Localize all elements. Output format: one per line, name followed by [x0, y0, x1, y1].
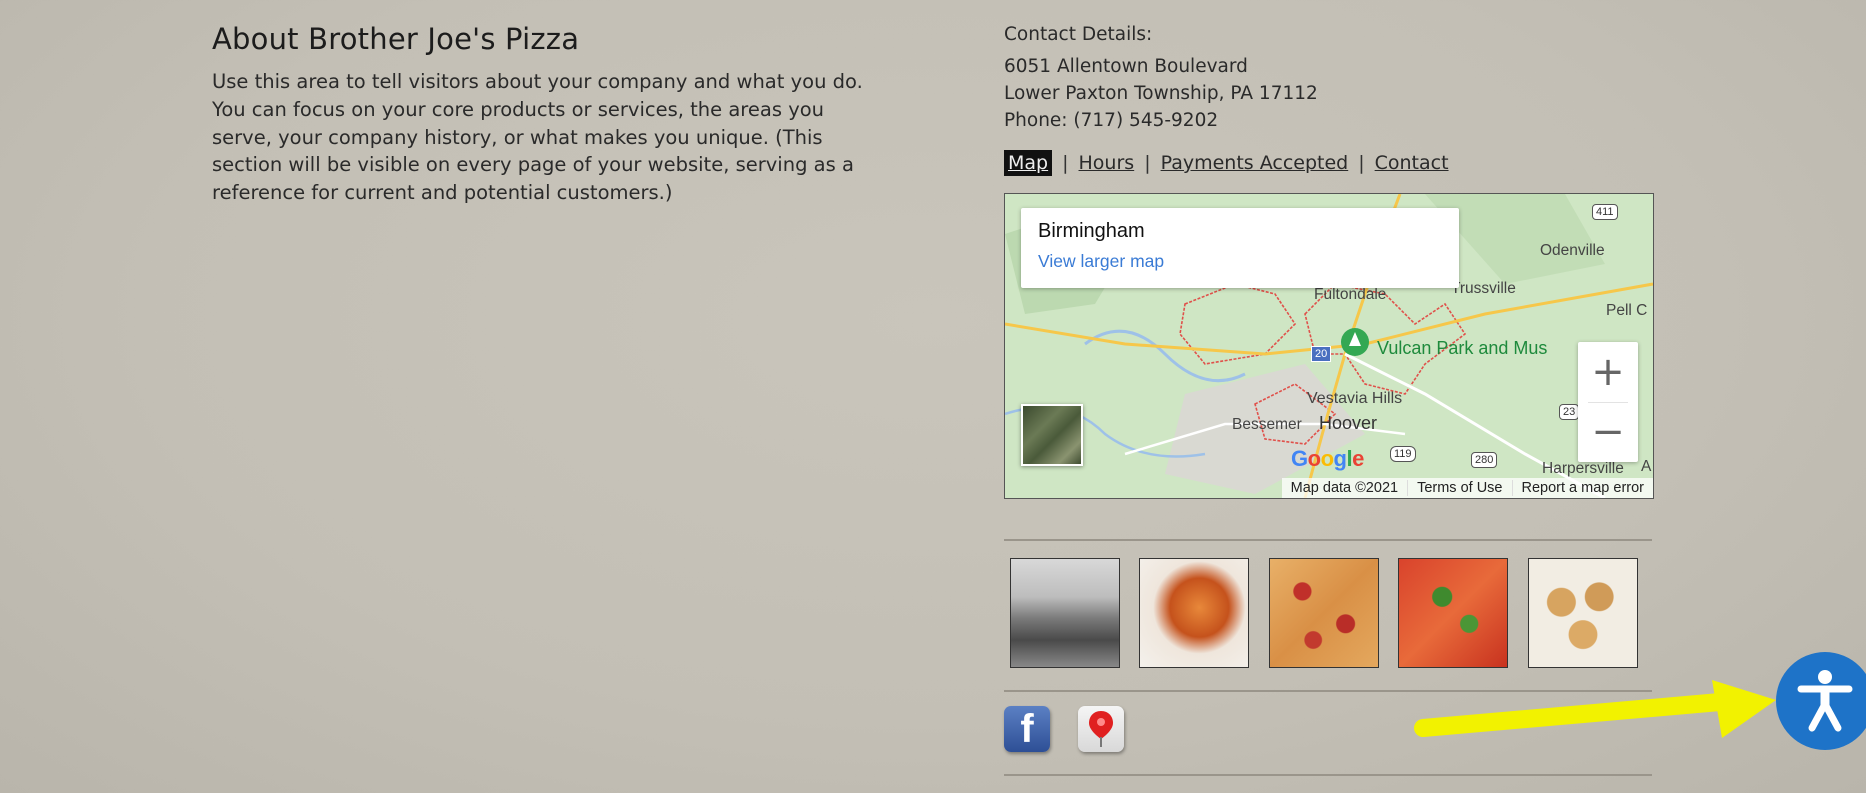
- about-title: About Brother Joe's Pizza: [212, 22, 580, 56]
- contact-phone: Phone: (717) 545-9202: [1004, 110, 1219, 131]
- tab-separator: |: [1358, 152, 1365, 174]
- map-data-attribution: Map data ©2021: [1290, 480, 1399, 496]
- map-label-bessemer: Bessemer: [1232, 416, 1302, 433]
- map-label-trussville: Trussville: [1451, 280, 1516, 297]
- route-119-shield: 119: [1390, 446, 1416, 462]
- facebook-icon[interactable]: f: [1004, 706, 1050, 752]
- contact-tabs: Map | Hours | Payments Accepted | Contac…: [1004, 148, 1449, 178]
- tab-separator: |: [1062, 152, 1069, 174]
- map-label-fultondale: Fultondale: [1314, 286, 1387, 303]
- contact-heading: Contact Details:: [1004, 24, 1153, 45]
- gallery-thumb-pizza-slice[interactable]: [1139, 558, 1249, 668]
- accessibility-button[interactable]: [1776, 652, 1866, 750]
- gallery-thumb-pizza-rolls[interactable]: [1528, 558, 1638, 668]
- map-label-pell-city: Pell C: [1606, 302, 1648, 319]
- map-pin-glyph: [1089, 711, 1113, 747]
- gallery-thumb-pepperoni-pizza[interactable]: [1269, 558, 1379, 668]
- map-label-harpersville: Harpersville: [1542, 460, 1624, 477]
- report-map-error-link[interactable]: Report a map error: [1511, 480, 1654, 496]
- divider: [1004, 690, 1652, 692]
- map-info-card: Birmingham View larger map: [1021, 208, 1459, 288]
- map-label-vulcan-park: Vulcan Park and Mus: [1377, 338, 1548, 358]
- tab-contact[interactable]: Contact: [1375, 152, 1449, 174]
- google-logo: Google: [1291, 446, 1364, 471]
- map-pin-icon[interactable]: [1078, 706, 1124, 752]
- zoom-out-button[interactable]: −: [1578, 402, 1638, 462]
- us-411-shield: 411: [1592, 204, 1618, 220]
- contact-street: 6051 Allentown Boulevard: [1004, 56, 1248, 77]
- gallery-thumb-vegetable-pizza[interactable]: [1398, 558, 1508, 668]
- map-label-edge: A: [1641, 458, 1652, 475]
- map-attribution-bar: Map data ©2021 Terms of Use Report a map…: [1281, 478, 1654, 498]
- map-label-vestavia-hills: Vestavia Hills: [1307, 390, 1403, 407]
- tab-separator: |: [1144, 152, 1151, 174]
- gallery-thumb-venice-canal[interactable]: [1010, 558, 1120, 668]
- interstate-20-shield: 20: [1311, 346, 1332, 362]
- zoom-in-button[interactable]: +: [1578, 342, 1638, 402]
- us-280-shield: 280: [1471, 452, 1498, 468]
- divider: [1004, 774, 1652, 776]
- map-label-odenville: Odenville: [1540, 242, 1605, 259]
- route-23-shield: 23: [1559, 404, 1580, 420]
- embedded-map[interactable]: Fultondale Trussville Odenville Pell C V…: [1004, 193, 1654, 499]
- about-description: Use this area to tell visitors about you…: [212, 70, 863, 205]
- divider: [1004, 539, 1652, 541]
- zoom-controls: + −: [1578, 342, 1638, 462]
- map-place-name: Birmingham: [1038, 220, 1145, 242]
- contact-city: Lower Paxton Township, PA 17112: [1004, 83, 1318, 104]
- tab-map[interactable]: Map: [1004, 150, 1053, 176]
- satellite-toggle-button[interactable]: [1021, 404, 1083, 466]
- terms-of-use-link[interactable]: Terms of Use: [1407, 480, 1511, 496]
- tab-payments-accepted[interactable]: Payments Accepted: [1161, 152, 1349, 174]
- tab-hours[interactable]: Hours: [1079, 152, 1135, 174]
- map-label-hoover: Hoover: [1319, 413, 1378, 433]
- view-larger-map-link[interactable]: View larger map: [1038, 251, 1164, 272]
- accessibility-icon: [1797, 670, 1853, 732]
